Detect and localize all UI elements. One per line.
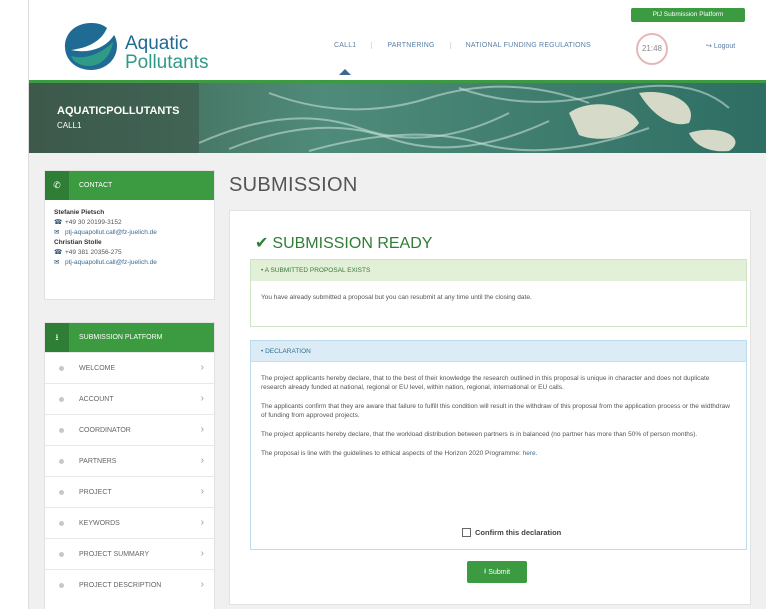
declaration-paragraph: The proposal is line with the guidelines… [261, 449, 736, 458]
sidebar-item-coordinator[interactable]: COORDINATOR › [45, 414, 214, 445]
submission-menu-heading: ⭳ SUBMISSION PLATFORM [45, 323, 214, 352]
nav-active-caret-icon [339, 69, 351, 75]
sidebar-item-label: ACCOUNT [79, 395, 114, 403]
check-icon: ✔ [255, 235, 269, 252]
chevron-right-icon: › [200, 424, 204, 435]
sidebar-item-project-description[interactable]: PROJECT DESCRIPTION › [45, 569, 214, 600]
logo[interactable]: Aquatic Pollutants [61, 20, 221, 73]
nav-call1[interactable]: CALL1 [334, 42, 371, 49]
contact-email[interactable]: ptj-aquapollut.call@fz-juelich.de [65, 258, 157, 268]
logout-link[interactable]: ↪ Logout [706, 42, 735, 50]
chevron-right-icon: › [200, 393, 204, 404]
contact-name: Christian Stolle [54, 239, 102, 246]
submit-button[interactable]: ⭳ Submit [467, 561, 527, 583]
bullet-icon [59, 551, 64, 557]
sidebar-item-project-summary[interactable]: PROJECT SUMMARY › [45, 538, 214, 569]
nav-funding-regulations[interactable]: NATIONAL FUNDING REGULATIONS [449, 42, 606, 49]
banner: AQUATICPOLLUTANTS CALL1 [29, 80, 766, 153]
sidebar-item-account[interactable]: ACCOUNT › [45, 383, 214, 414]
banner-title: AQUATICPOLLUTANTS [57, 105, 180, 117]
logo-line1: Aquatic [125, 33, 189, 54]
sidebar-item-project[interactable]: PROJECT › [45, 476, 214, 507]
submission-menu-heading-label: SUBMISSION PLATFORM [79, 334, 163, 341]
platform-tag: PtJ Submission Platform [631, 8, 745, 22]
nav-partnering[interactable]: PARTNERING [371, 42, 449, 49]
sidebar-item-label: PROJECT SUMMARY [79, 550, 150, 558]
bullet-icon: • [261, 267, 264, 274]
confirm-declaration-checkbox[interactable]: Confirm this declaration [462, 528, 561, 537]
submitted-proposal-alert: • A SUBMITTED PROPOSAL EXISTS You have a… [250, 259, 747, 327]
declaration-paragraph: The project applicants hereby declare, t… [261, 375, 710, 391]
sidebar-item-keywords[interactable]: KEYWORDS › [45, 507, 214, 538]
declaration-paragraph: The applicants confirm that they are awa… [261, 403, 730, 419]
chevron-right-icon: › [200, 579, 204, 590]
phone-icon: ☎ [54, 249, 63, 256]
bullet-icon: • [261, 348, 264, 355]
banner-water-image [29, 83, 766, 153]
upload-icon: ⭳ [483, 567, 487, 575]
declaration-heading: • DECLARATION [251, 341, 746, 362]
logo-wave-icon [64, 23, 117, 70]
declaration-body: The project applicants hereby declare, t… [251, 362, 746, 458]
contact-name: Stefanie Pietsch [54, 209, 105, 216]
submission-menu: ⭳ SUBMISSION PLATFORM WELCOME › ACCOUNT › … [44, 322, 215, 609]
contact-phone: +49 381 20356-275 [65, 249, 122, 256]
email-icon: ✉ [54, 259, 60, 266]
declaration-box: • DECLARATION The project applicants her… [250, 340, 747, 550]
bullet-icon [59, 427, 64, 433]
submission-ready-heading: ✔ SUBMISSION READY [255, 233, 432, 253]
sidebar-item-label: PARTNERS [79, 457, 117, 465]
app-frame: Aquatic Pollutants PtJ Submission Platfo… [28, 0, 766, 609]
logout-label: Logout [713, 43, 736, 50]
declaration-paragraph-text: The proposal is line with the guidelines… [261, 450, 521, 457]
submitted-proposal-text: You have already submitted a proposal bu… [261, 294, 532, 301]
contact-icon: ✆ [45, 171, 69, 200]
chevron-right-icon: › [200, 548, 204, 559]
sidebar-item-label: KEYWORDS [79, 519, 120, 527]
bullet-icon [59, 520, 64, 526]
banner-subtitle: CALL1 [57, 121, 82, 130]
phone-icon: ☎ [54, 219, 63, 226]
page-title: SUBMISSION [229, 174, 358, 196]
chevron-right-icon: › [200, 517, 204, 528]
submit-label: Submit [488, 568, 511, 576]
bullet-icon [59, 458, 64, 464]
chevron-right-icon: › [200, 362, 204, 373]
submitted-proposal-heading: • A SUBMITTED PROPOSAL EXISTS [251, 260, 746, 281]
sidebar-item-partners[interactable]: PARTNERS › [45, 445, 214, 476]
main-nav: CALL1 PARTNERING NATIONAL FUNDING REGULA… [334, 42, 606, 49]
chevron-right-icon: › [200, 455, 204, 466]
contact-heading-label: CONTACT [79, 182, 113, 189]
session-timer: 21:48 [636, 33, 668, 65]
sidebar-item-welcome[interactable]: WELCOME › [45, 352, 214, 383]
contact-panel: ✆ CONTACT Stefanie Pietsch ☎ +49 30 20199… [44, 170, 215, 300]
submitted-proposal-heading-label: A SUBMITTED PROPOSAL EXISTS [264, 267, 371, 274]
contact-heading: ✆ CONTACT [45, 171, 214, 200]
contact-phone: +49 30 20199-3152 [65, 219, 122, 226]
bullet-icon [59, 489, 64, 495]
upload-icon: ⭳ [45, 323, 69, 352]
checkbox-icon[interactable] [462, 528, 471, 537]
submission-card: ✔ SUBMISSION READY • A SUBMITTED PROPOSAL… [229, 210, 751, 605]
sidebar-item-label: PROJECT [79, 488, 112, 496]
declaration-paragraph: The project applicants hereby declare, t… [261, 431, 698, 438]
chevron-right-icon: › [200, 486, 204, 497]
sidebar-item-label: WELCOME [79, 364, 116, 372]
logout-icon: ↪ [706, 43, 712, 50]
email-icon: ✉ [54, 229, 60, 236]
ethics-guidelines-link[interactable]: here. [523, 450, 538, 457]
declaration-heading-label: DECLARATION [265, 348, 311, 355]
bullet-icon [59, 365, 64, 371]
bullet-icon [59, 582, 64, 588]
submission-ready-label: SUBMISSION READY [272, 235, 433, 252]
header: Aquatic Pollutants PtJ Submission Platfo… [29, 0, 766, 80]
sidebar-item-label: COORDINATOR [79, 426, 131, 434]
contact-email[interactable]: ptj-aquapollut.call@fz-juelich.de [65, 228, 157, 238]
bullet-icon [59, 396, 64, 402]
confirm-declaration-label: Confirm this declaration [475, 528, 562, 537]
logo-line2: Pollutants [125, 52, 209, 73]
contact-body: Stefanie Pietsch ☎ +49 30 20199-3152 ✉ ptj… [45, 200, 214, 276]
sidebar-item-label: PROJECT DESCRIPTION [79, 581, 162, 589]
